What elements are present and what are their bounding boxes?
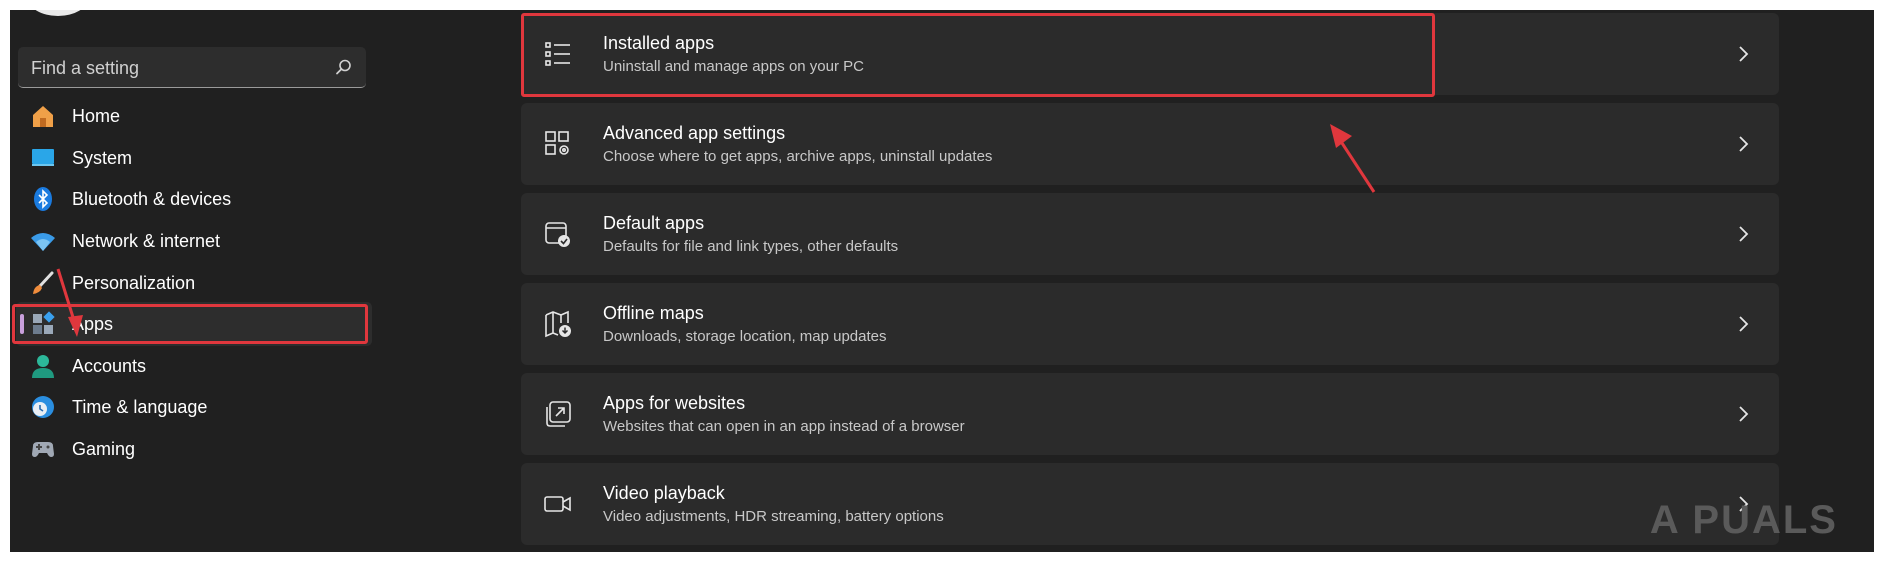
card-title: Video playback xyxy=(603,483,725,503)
settings-window: Find a setting Home System Bluetooth & d… xyxy=(10,10,1874,552)
search-icon[interactable] xyxy=(335,58,353,76)
card-title: Advanced app settings xyxy=(603,123,786,143)
card-subtitle: Choose where to get apps, archive apps, … xyxy=(603,148,993,165)
video-icon xyxy=(544,496,571,512)
open-link-icon xyxy=(546,401,571,427)
card-apps-for-websites[interactable]: Apps for websites Websites that can open… xyxy=(521,373,1779,455)
search-placeholder: Find a setting xyxy=(31,58,140,78)
sidebar-item-system[interactable]: System xyxy=(16,136,372,180)
sidebar-item-label: Bluetooth & devices xyxy=(72,188,232,209)
card-subtitle: Websites that can open in an app instead… xyxy=(603,418,965,435)
card-advanced-app-settings[interactable]: Advanced app settings Choose where to ge… xyxy=(521,103,1779,185)
card-title: Offline maps xyxy=(603,303,704,323)
annotation-arrow-main xyxy=(1330,124,1376,193)
sidebar-item-label: Personalization xyxy=(72,272,196,293)
sidebar-item-label: Accounts xyxy=(72,355,147,376)
bluetooth-icon xyxy=(34,187,52,211)
avatar[interactable] xyxy=(28,10,88,16)
home-icon xyxy=(33,106,53,127)
sidebar-item-label: System xyxy=(72,147,133,168)
watermark-logo: A PUALS xyxy=(1649,498,1838,542)
card-title: Apps for websites xyxy=(603,393,746,413)
sidebar-item-label: Gaming xyxy=(72,438,136,459)
card-subtitle: Defaults for file and link types, other … xyxy=(603,238,899,255)
sidebar-item-time-language[interactable]: Time & language xyxy=(16,385,372,429)
card-offline-maps[interactable]: Offline maps Downloads, storage location… xyxy=(521,283,1779,365)
annotation-arrow-sidebar xyxy=(56,268,83,337)
gamepad-icon xyxy=(32,442,54,457)
sidebar-item-gaming[interactable]: Gaming xyxy=(16,427,372,471)
chevron-right-icon xyxy=(1739,136,1749,152)
default-apps-icon xyxy=(545,222,570,247)
sidebar-item-network-internet[interactable]: Network & internet xyxy=(16,219,372,263)
chevron-right-icon xyxy=(1739,406,1749,422)
card-default-apps[interactable]: Default apps Defaults for file and link … xyxy=(521,193,1779,275)
map-download-icon xyxy=(545,310,571,338)
card-video-playback[interactable]: Video playback Video adjustments, HDR st… xyxy=(521,463,1779,545)
app-settings-icon xyxy=(545,131,569,155)
wifi-icon xyxy=(31,233,55,251)
sidebar-item-bluetooth-devices[interactable]: Bluetooth & devices xyxy=(16,177,372,221)
card-subtitle: Video adjustments, HDR streaming, batter… xyxy=(603,508,944,525)
search-input[interactable]: Find a setting xyxy=(18,47,366,88)
chevron-right-icon xyxy=(1739,226,1749,242)
sidebar-item-label: Home xyxy=(72,105,121,126)
system-icon xyxy=(32,149,54,166)
sidebar-item-label: Time & language xyxy=(72,396,208,417)
sidebar-item-label: Network & internet xyxy=(72,230,221,251)
clock-globe-icon xyxy=(32,396,54,418)
chevron-right-icon xyxy=(1739,46,1749,62)
account-icon xyxy=(32,355,54,378)
installed-apps-highlight-box xyxy=(521,13,1435,97)
card-title: Default apps xyxy=(603,213,705,233)
sidebar-item-home[interactable]: Home xyxy=(16,94,372,138)
chevron-right-icon xyxy=(1739,316,1749,332)
card-subtitle: Downloads, storage location, map updates xyxy=(603,328,887,345)
sidebar-item-accounts[interactable]: Accounts xyxy=(16,344,372,388)
